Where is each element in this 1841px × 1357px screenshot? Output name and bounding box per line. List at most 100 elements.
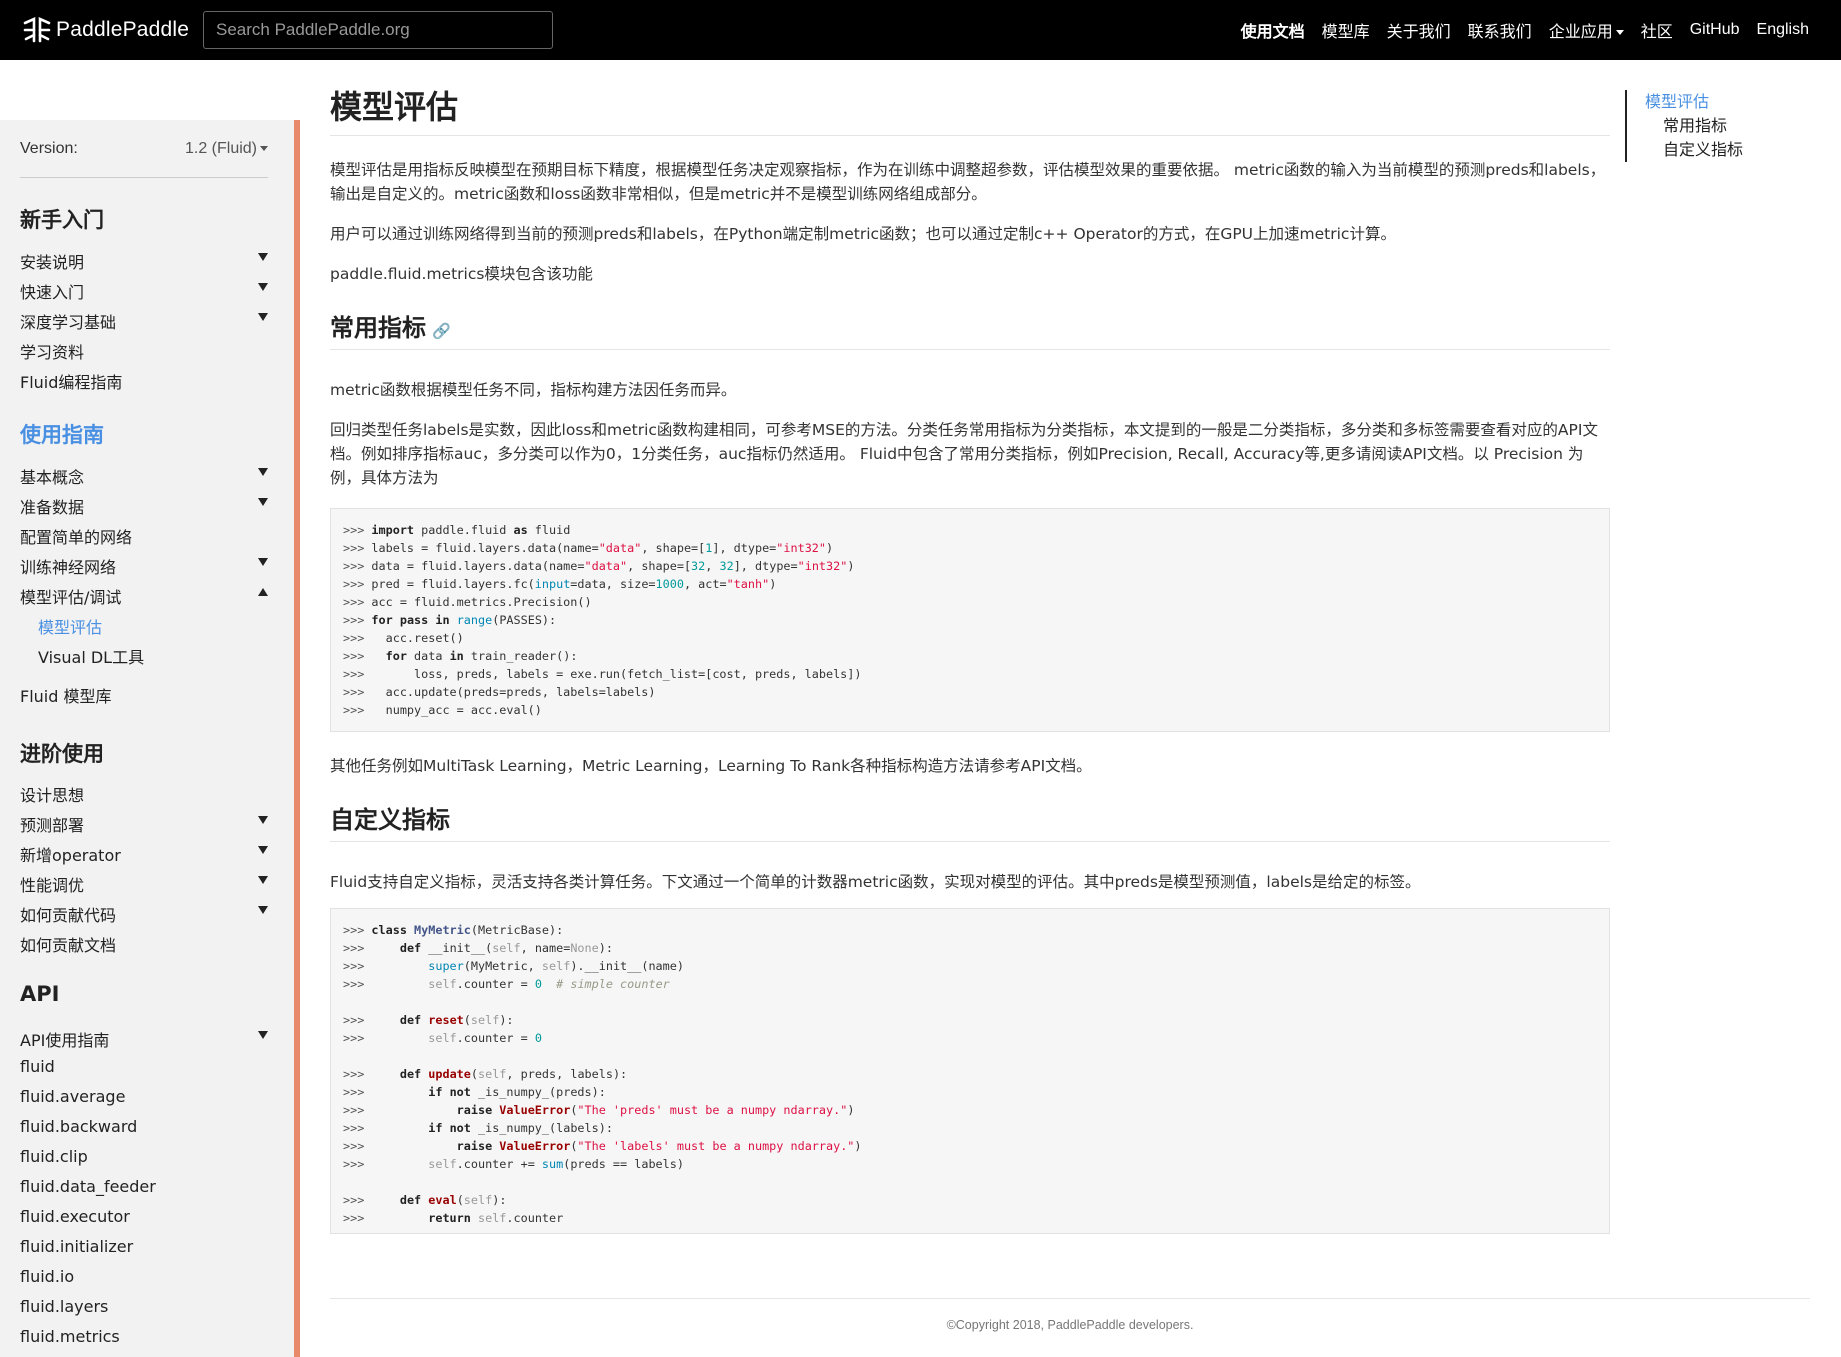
- sidebar-item-fluid[interactable]: fluid: [20, 1057, 268, 1076]
- version-value[interactable]: 1.2 (Fluid): [185, 140, 268, 158]
- toc-item-common-metrics[interactable]: 常用指标: [1645, 114, 1743, 138]
- sidebar-item-fluid-data-feeder[interactable]: fluid.data_feeder: [20, 1177, 268, 1196]
- nav-enterprise[interactable]: 企业应用: [1549, 18, 1624, 42]
- expand-down-icon[interactable]: [258, 876, 268, 884]
- sidebar-item-label: Fluid编程指南: [20, 373, 123, 392]
- sidebar-item-model-eval[interactable]: 模型评估: [38, 614, 268, 638]
- sidebar-item-label: 配置简单的网络: [20, 528, 133, 547]
- sidebar-item-new-operator[interactable]: 新增operator: [20, 842, 268, 866]
- sidebar-item-label: API使用指南: [20, 1031, 110, 1050]
- sidebar: Version: 1.2 (Fluid) 新手入门 安装说明 快速入门 深度学习…: [0, 120, 300, 1357]
- paddlepaddle-logo-icon: [23, 16, 51, 43]
- sidebar-item-fluid-metrics[interactable]: fluid.metrics: [20, 1327, 268, 1346]
- top-nav: 使用文档 模型库 关于我们 联系我们 企业应用 社区 GitHub Englis…: [1241, 0, 1809, 60]
- sidebar-item-prepare-data[interactable]: 准备数据: [20, 494, 268, 518]
- toc-item-model-eval[interactable]: 模型评估: [1645, 90, 1743, 114]
- sidebar-item-fluid-executor[interactable]: fluid.executor: [20, 1207, 268, 1226]
- nav-github[interactable]: GitHub: [1690, 21, 1740, 39]
- expand-down-icon[interactable]: [258, 1031, 268, 1039]
- sidebar-section-api: API: [20, 982, 60, 1006]
- nav-contact[interactable]: 联系我们: [1468, 18, 1532, 42]
- intro-paragraph-2: 用户可以通过训练网络得到当前的预测preds和labels，在Python端定制…: [330, 225, 1396, 243]
- sidebar-item-dl-basics[interactable]: 深度学习基础: [20, 309, 268, 333]
- expand-down-icon[interactable]: [258, 283, 268, 291]
- sidebar-item-label: fluid.clip: [20, 1147, 88, 1166]
- expand-down-icon[interactable]: [258, 558, 268, 566]
- sidebar-item-label: fluid: [20, 1057, 55, 1076]
- expand-down-icon[interactable]: [258, 816, 268, 824]
- sidebar-item-fluid-clip[interactable]: fluid.clip: [20, 1147, 268, 1166]
- expand-down-icon[interactable]: [258, 313, 268, 321]
- sidebar-section-user-guide: 使用指南: [20, 423, 104, 447]
- logo[interactable]: PaddlePaddle: [22, 15, 189, 45]
- sidebar-item-design[interactable]: 设计思想: [20, 782, 268, 806]
- sidebar-item-label: 模型评估: [38, 618, 103, 637]
- sidebar-item-deploy[interactable]: 预测部署: [20, 812, 268, 836]
- sidebar-section-getting-started: 新手入门: [20, 208, 104, 232]
- intro-paragraph-1: 模型评估是用指标反映模型在预期目标下精度，根据模型任务决定观察指标，作为在训练中…: [330, 161, 1606, 203]
- sidebar-item-label: 性能调优: [20, 876, 85, 895]
- sidebar-item-label: Visual DL工具: [38, 648, 145, 667]
- nav-english[interactable]: English: [1757, 21, 1809, 39]
- link-icon[interactable]: 🔗: [432, 322, 451, 340]
- sidebar-item-label: 基本概念: [20, 468, 85, 487]
- sidebar-item-install[interactable]: 安装说明: [20, 249, 268, 273]
- sidebar-item-label: 如何贡献文档: [20, 936, 117, 955]
- table-of-contents: 模型评估 常用指标 自定义指标: [1625, 90, 1743, 162]
- section-divider: [330, 841, 1610, 842]
- expand-down-icon[interactable]: [258, 906, 268, 914]
- search-input[interactable]: [203, 11, 553, 49]
- code-block-mymetric[interactable]: >>> class MyMetric(MetricBase): >>> def …: [330, 908, 1610, 1234]
- nav-enterprise-label: 企业应用: [1548, 24, 1613, 41]
- sidebar-item-visualdl[interactable]: Visual DL工具: [38, 644, 268, 668]
- sidebar-item-label: 设计思想: [20, 786, 85, 805]
- sidebar-item-simple-network[interactable]: 配置简单的网络: [20, 524, 268, 548]
- sidebar-item-fluid-models[interactable]: Fluid 模型库: [20, 683, 268, 707]
- sidebar-item-label: fluid.initializer: [20, 1237, 134, 1256]
- sidebar-item-contribute-code[interactable]: 如何贡献代码: [20, 902, 268, 926]
- sidebar-item-eval-debug[interactable]: 模型评估/调试: [20, 584, 268, 608]
- toc-item-custom-metrics[interactable]: 自定义指标: [1645, 138, 1743, 162]
- sidebar-item-fluid-layers[interactable]: fluid.layers: [20, 1297, 268, 1316]
- sidebar-item-quickstart[interactable]: 快速入门: [20, 279, 268, 303]
- sidebar-item-label: 预测部署: [20, 816, 85, 835]
- sidebar-item-perf[interactable]: 性能调优: [20, 872, 268, 896]
- sidebar-item-label: fluid.backward: [20, 1117, 138, 1136]
- sidebar-item-label: fluid.executor: [20, 1207, 130, 1226]
- page-title: 模型评估: [330, 88, 459, 126]
- expand-down-icon[interactable]: [258, 468, 268, 476]
- sidebar-item-label: fluid.layers: [20, 1297, 109, 1316]
- expand-down-icon[interactable]: [258, 846, 268, 854]
- sidebar-item-materials[interactable]: 学习资料: [20, 339, 268, 363]
- sidebar-item-fluid-io[interactable]: fluid.io: [20, 1267, 268, 1286]
- code-block-precision[interactable]: >>> import paddle.fluid as fluid >>> lab…: [330, 508, 1610, 732]
- expand-down-icon[interactable]: [258, 498, 268, 506]
- sidebar-item-api-guide[interactable]: API使用指南: [20, 1027, 268, 1051]
- sidebar-item-contribute-docs[interactable]: 如何贡献文档: [20, 932, 268, 956]
- expand-down-icon[interactable]: [258, 253, 268, 261]
- sidebar-item-label: fluid.average: [20, 1087, 126, 1106]
- sidebar-item-label: 准备数据: [20, 498, 85, 517]
- sidebar-item-label: 快速入门: [20, 283, 85, 302]
- version-selector[interactable]: Version: 1.2 (Fluid): [20, 140, 268, 178]
- sidebar-item-label: 如何贡献代码: [20, 906, 117, 925]
- sidebar-item-train-network[interactable]: 训练神经网络: [20, 554, 268, 578]
- nav-community[interactable]: 社区: [1641, 18, 1673, 42]
- title-divider: [330, 135, 1610, 136]
- sidebar-item-label: 深度学习基础: [20, 313, 117, 332]
- footer-divider: [330, 1298, 1810, 1299]
- chevron-down-icon: [260, 146, 268, 152]
- collapse-up-icon[interactable]: [258, 588, 268, 596]
- sidebar-item-fluid-guide[interactable]: Fluid编程指南: [20, 369, 268, 393]
- nav-about[interactable]: 关于我们: [1387, 18, 1451, 42]
- sidebar-item-fluid-average[interactable]: fluid.average: [20, 1087, 268, 1106]
- sidebar-item-label: Fluid 模型库: [20, 687, 112, 706]
- sidebar-item-fluid-backward[interactable]: fluid.backward: [20, 1117, 268, 1136]
- sidebar-item-fluid-initializer[interactable]: fluid.initializer: [20, 1237, 268, 1256]
- nav-models[interactable]: 模型库: [1322, 18, 1370, 42]
- sidebar-item-label: 学习资料: [20, 343, 85, 362]
- nav-docs[interactable]: 使用文档: [1241, 18, 1305, 42]
- section-heading-common-metrics: 常用指标 🔗: [330, 308, 451, 343]
- logo-text: PaddlePaddle: [56, 18, 190, 41]
- sidebar-item-concepts[interactable]: 基本概念: [20, 464, 268, 488]
